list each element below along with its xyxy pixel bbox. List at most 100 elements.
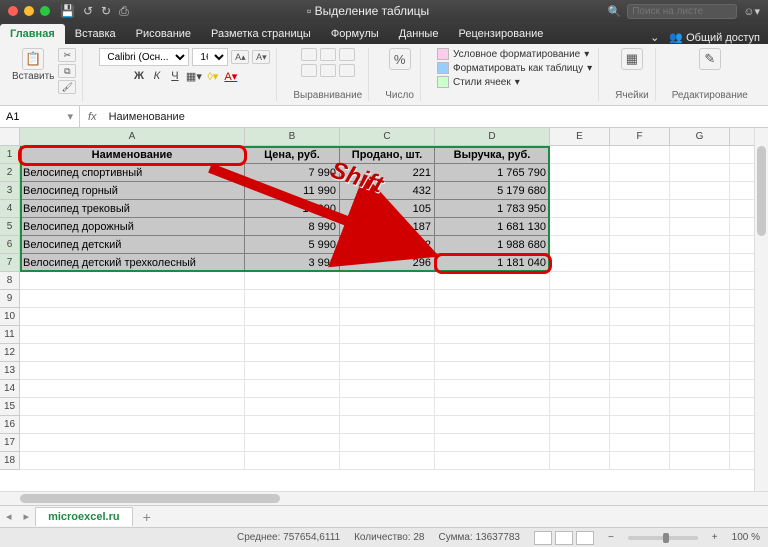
cell-B8[interactable] (245, 272, 340, 290)
cell-F14[interactable] (610, 380, 670, 398)
row-header-7[interactable]: 7 (0, 254, 20, 272)
col-header-C[interactable]: C (340, 128, 435, 146)
cell-E1[interactable] (550, 146, 610, 164)
cell-B17[interactable] (245, 434, 340, 452)
cell-G10[interactable] (670, 308, 730, 326)
cell-C16[interactable] (340, 416, 435, 434)
cell-D13[interactable] (435, 362, 550, 380)
cell-A17[interactable] (20, 434, 245, 452)
fill-color-button[interactable]: ◊▾ (206, 70, 220, 83)
row-header-18[interactable]: 18 (0, 452, 20, 470)
cell-A18[interactable] (20, 452, 245, 470)
cell-D18[interactable] (435, 452, 550, 470)
cell-G9[interactable] (670, 290, 730, 308)
horizontal-scrollbar[interactable] (0, 491, 768, 505)
italic-button[interactable]: К (150, 70, 164, 83)
cell-E17[interactable] (550, 434, 610, 452)
copy-button[interactable]: ⧉ (58, 64, 76, 78)
select-all-corner[interactable] (0, 128, 20, 146)
cell-C8[interactable] (340, 272, 435, 290)
cell-D14[interactable] (435, 380, 550, 398)
row-header-2[interactable]: 2 (0, 164, 20, 182)
cell-E14[interactable] (550, 380, 610, 398)
underline-button[interactable]: Ч (168, 70, 182, 83)
cell-A9[interactable] (20, 290, 245, 308)
cell-G17[interactable] (670, 434, 730, 452)
cell-D15[interactable] (435, 398, 550, 416)
row-header-12[interactable]: 12 (0, 344, 20, 362)
cell-D16[interactable] (435, 416, 550, 434)
cell-A14[interactable] (20, 380, 245, 398)
row-header-5[interactable]: 5 (0, 218, 20, 236)
sheet-nav-next[interactable]: ▸ (18, 510, 36, 523)
cell-E18[interactable] (550, 452, 610, 470)
cell-C14[interactable] (340, 380, 435, 398)
row-header-9[interactable]: 9 (0, 290, 20, 308)
add-sheet-button[interactable]: + (133, 509, 161, 525)
cell-F18[interactable] (610, 452, 670, 470)
zoom-slider[interactable] (628, 536, 698, 540)
cell-styles-button[interactable]: Стили ячеек ▾ (437, 76, 592, 88)
cell-C10[interactable] (340, 308, 435, 326)
tab-разметка страницы[interactable]: Разметка страницы (201, 24, 321, 44)
format-painter-button[interactable]: 🖌 (58, 80, 76, 94)
cell-D8[interactable] (435, 272, 550, 290)
col-header-B[interactable]: B (245, 128, 340, 146)
font-name-select[interactable]: Calibri (Осн... (99, 48, 189, 66)
cell-E6[interactable] (550, 236, 610, 254)
cell-C12[interactable] (340, 344, 435, 362)
redo-icon[interactable]: ↻ (101, 4, 111, 19)
cell-B11[interactable] (245, 326, 340, 344)
sheet-nav-prev[interactable]: ◂ (0, 510, 18, 523)
cell-F5[interactable] (610, 218, 670, 236)
cell-F17[interactable] (610, 434, 670, 452)
font-size-select[interactable]: 16 (192, 48, 228, 66)
cell-E7[interactable] (550, 254, 610, 272)
cell-F3[interactable] (610, 182, 670, 200)
zoom-level[interactable]: 100 % (732, 532, 760, 543)
cell-E4[interactable] (550, 200, 610, 218)
col-header-D[interactable]: D (435, 128, 550, 146)
tab-рецензирование[interactable]: Рецензирование (448, 24, 553, 44)
fx-icon[interactable]: fx (80, 111, 105, 123)
cell-F10[interactable] (610, 308, 670, 326)
cell-G4[interactable] (670, 200, 730, 218)
cell-C9[interactable] (340, 290, 435, 308)
cell-E8[interactable] (550, 272, 610, 290)
name-box[interactable]: A1▾ (0, 106, 80, 127)
cell-F1[interactable] (610, 146, 670, 164)
cell-G12[interactable] (670, 344, 730, 362)
view-buttons[interactable] (534, 531, 594, 545)
cell-C17[interactable] (340, 434, 435, 452)
sheet-search-input[interactable] (627, 4, 737, 19)
paste-button[interactable]: 📋 Вставить (12, 48, 54, 94)
col-header-A[interactable]: A (20, 128, 245, 146)
cell-G8[interactable] (670, 272, 730, 290)
cell-A8[interactable] (20, 272, 245, 290)
cell-F6[interactable] (610, 236, 670, 254)
cell-E5[interactable] (550, 218, 610, 236)
col-header-G[interactable]: G (670, 128, 730, 146)
conditional-formatting-button[interactable]: Условное форматирование ▾ (437, 48, 592, 60)
cell-G13[interactable] (670, 362, 730, 380)
align-top-button[interactable] (301, 48, 317, 61)
row-header-16[interactable]: 16 (0, 416, 20, 434)
chevron-down-icon[interactable]: ▾ (67, 110, 73, 123)
cell-D12[interactable] (435, 344, 550, 362)
cut-button[interactable]: ✂ (58, 48, 76, 62)
tab-вставка[interactable]: Вставка (65, 24, 126, 44)
row-header-6[interactable]: 6 (0, 236, 20, 254)
share-button[interactable]: 👥 Общий доступ (669, 31, 760, 44)
cell-B13[interactable] (245, 362, 340, 380)
row-header-3[interactable]: 3 (0, 182, 20, 200)
cell-E12[interactable] (550, 344, 610, 362)
format-as-table-button[interactable]: Форматировать как таблицу ▾ (437, 62, 592, 74)
cell-E2[interactable] (550, 164, 610, 182)
cell-A13[interactable] (20, 362, 245, 380)
cell-B15[interactable] (245, 398, 340, 416)
cell-G11[interactable] (670, 326, 730, 344)
col-header-F[interactable]: F (610, 128, 670, 146)
tab-главная[interactable]: Главная (0, 24, 65, 44)
row-header-13[interactable]: 13 (0, 362, 20, 380)
cell-B14[interactable] (245, 380, 340, 398)
